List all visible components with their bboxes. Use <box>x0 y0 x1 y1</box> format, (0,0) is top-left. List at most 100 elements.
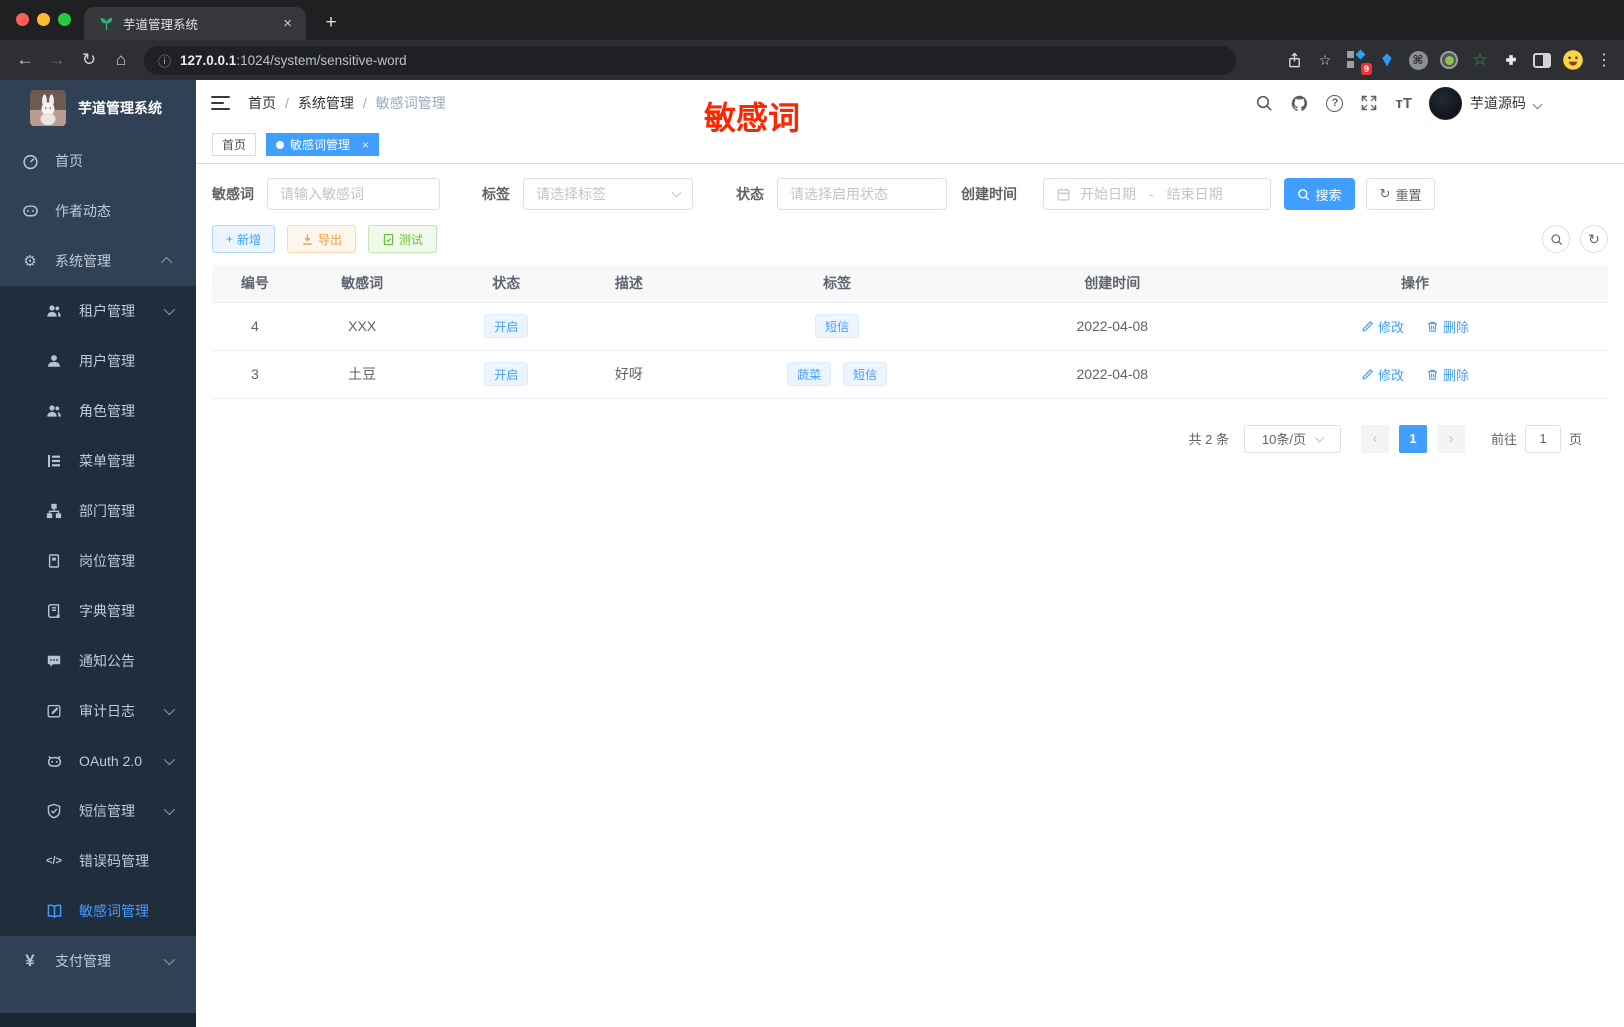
calendar-icon <box>1056 187 1071 202</box>
minimize-window-button[interactable] <box>37 13 50 26</box>
red-annotation-text: 敏感词 <box>704 100 801 136</box>
status-badge: 开启 <box>484 314 529 338</box>
chevron-down-icon <box>163 753 176 766</box>
sidebar-item-role[interactable]: 角色管理 <box>0 386 196 436</box>
tag-badge: 短信 <box>843 362 888 386</box>
next-page-button[interactable]: › <box>1436 424 1465 453</box>
new-tab-button[interactable]: + <box>318 10 344 36</box>
share-icon[interactable] <box>1282 48 1306 72</box>
close-window-button[interactable] <box>16 13 29 26</box>
test-button[interactable]: 测试 <box>368 225 438 253</box>
address-bar[interactable]: ⓘ 127.0.0.1:1024/system/sensitive-word <box>144 45 1236 75</box>
edit-button[interactable]: 修改 <box>1361 317 1404 336</box>
sidebar-item-menu[interactable]: 菜单管理 <box>0 436 196 486</box>
sidebar-logo[interactable]: 芋道管理系统 <box>0 80 196 136</box>
github-icon[interactable] <box>1290 94 1309 113</box>
date-label: 创建时间 <box>961 186 1017 202</box>
sidebar-item-home[interactable]: 首页 <box>0 136 196 186</box>
search-toggle-icon[interactable] <box>1542 225 1570 253</box>
delete-button[interactable]: 删除 <box>1426 365 1469 384</box>
extension-grid-icon[interactable]: 9 <box>1344 48 1372 75</box>
sidebar-item-dept[interactable]: 部门管理 <box>0 486 196 536</box>
tag-select[interactable]: 请选择标签 <box>523 178 693 210</box>
site-info-icon[interactable]: ⓘ <box>158 51 171 70</box>
profile-avatar-emoji[interactable] <box>1561 48 1585 72</box>
sidebar-collapse-icon[interactable] <box>211 95 230 111</box>
tag-label: 标签 <box>482 186 510 202</box>
sidebar-item-payment[interactable]: ¥ 支付管理 <box>0 936 196 986</box>
keyword-input[interactable]: 请输入敏感词 <box>267 178 440 210</box>
breadcrumb-system[interactable]: 系统管理 <box>298 93 354 113</box>
date-range-picker[interactable]: 开始日期 - 结束日期 <box>1043 178 1271 210</box>
sidebar-item-system[interactable]: ⚙ 系统管理 <box>0 236 196 286</box>
sidebar-item-sms[interactable]: 短信管理 <box>0 786 196 836</box>
fullscreen-icon[interactable] <box>1360 94 1378 112</box>
tag-sensitive-word[interactable]: 敏感词管理 × <box>266 133 380 156</box>
browser-chrome: 芋道管理系统 × + ← → ↻ ⌂ ⓘ 127.0.0.1:1024/syst… <box>0 0 1624 80</box>
table-toolbar: + 新增 导出 测试 ↻ <box>212 225 1608 253</box>
sidebar-item-dict[interactable]: 字典管理 <box>0 586 196 636</box>
tag-close-icon[interactable]: × <box>362 138 369 152</box>
sidebar-item-errcode[interactable]: </> 错误码管理 <box>0 836 196 886</box>
reload-icon[interactable]: ↻ <box>74 45 104 75</box>
tag-home[interactable]: 首页 <box>212 133 257 156</box>
col-word: 敏感词 <box>297 265 427 303</box>
browser-tab[interactable]: 芋道管理系统 × <box>84 7 306 40</box>
extension-record-icon[interactable] <box>1437 48 1461 72</box>
add-button[interactable]: + 新增 <box>212 225 276 253</box>
sidebar-item-user[interactable]: 用户管理 <box>0 336 196 386</box>
window-controls[interactable] <box>16 13 71 26</box>
cell-word: XXX <box>297 302 427 351</box>
zoom-window-button[interactable] <box>58 13 71 26</box>
current-page-button[interactable]: 1 <box>1398 424 1427 453</box>
sidebar-item-oauth[interactable]: OAuth 2.0 <box>0 736 196 786</box>
home-icon[interactable]: ⌂ <box>106 45 136 75</box>
prev-page-button[interactable]: ‹ <box>1360 424 1389 453</box>
sensitive-word-table: 编号 敏感词 状态 描述 标签 创建时间 操作 4 XXX 开启 短信 2022… <box>212 265 1608 399</box>
edit-button[interactable]: 修改 <box>1361 365 1404 384</box>
browser-menu-icon[interactable]: ⋮ <box>1592 48 1616 72</box>
search-icon[interactable] <box>1255 94 1273 112</box>
font-size-icon[interactable]: тT <box>1395 95 1412 112</box>
total-count: 共 2 条 <box>1188 432 1229 447</box>
extension-gem-icon[interactable] <box>1375 48 1399 72</box>
sidebar-item-tenant[interactable]: 租户管理 <box>0 286 196 336</box>
sidebar-item-author[interactable]: 作者动态 <box>0 186 196 236</box>
table-row: 3 土豆 开启 好呀 蔬菜 短信 2022-04-08 修改 删除 <box>212 350 1608 399</box>
menu-tree-icon <box>44 453 64 469</box>
goto-page-input[interactable]: 1 <box>1524 424 1561 453</box>
forward-icon[interactable]: → <box>42 45 72 75</box>
sidebar-item-audit-log[interactable]: 审计日志 <box>0 686 196 736</box>
user-menu[interactable]: 芋道源码 <box>1429 86 1543 120</box>
tab-close-icon[interactable]: × <box>279 15 296 32</box>
sidebar-item-notice[interactable]: 通知公告 <box>0 636 196 686</box>
extension-command-icon[interactable]: ⌘ <box>1406 48 1430 72</box>
delete-button[interactable]: 删除 <box>1426 317 1469 336</box>
code-icon: </> <box>46 855 62 867</box>
user-avatar[interactable] <box>1429 86 1462 120</box>
chevron-down-icon <box>163 303 176 316</box>
page-size-select[interactable]: 10条/页 <box>1243 424 1341 453</box>
breadcrumb-current: 敏感词管理 <box>375 95 446 111</box>
help-icon[interactable]: ? <box>1326 94 1344 112</box>
export-button[interactable]: 导出 <box>287 225 357 253</box>
extensions-puzzle-icon[interactable] <box>1499 48 1523 72</box>
sidebar-item-sensitive-word[interactable]: 敏感词管理 <box>0 886 196 936</box>
refresh-table-icon[interactable]: ↻ <box>1580 225 1608 253</box>
search-button[interactable]: 搜索 <box>1284 178 1355 210</box>
site-favicon-plant-icon <box>98 15 115 32</box>
navbar-right: ? тT 芋道源码 <box>1255 86 1609 120</box>
reset-button[interactable]: ↻ 重置 <box>1366 178 1435 210</box>
cell-id: 3 <box>212 350 298 399</box>
status-select[interactable]: 请选择启用状态 <box>777 178 947 210</box>
trash-icon <box>1427 321 1438 332</box>
extension-star-icon[interactable]: ☆ <box>1468 48 1492 72</box>
status-label: 状态 <box>736 186 764 202</box>
bookmark-star-icon[interactable]: ☆ <box>1313 48 1337 72</box>
breadcrumb-home[interactable]: 首页 <box>248 93 276 113</box>
back-icon[interactable]: ← <box>10 45 40 75</box>
pen-icon <box>1362 320 1374 332</box>
sidebar-item-post[interactable]: 岗位管理 <box>0 536 196 586</box>
col-tags: 标签 <box>671 265 1003 303</box>
side-panel-icon[interactable] <box>1530 48 1554 72</box>
